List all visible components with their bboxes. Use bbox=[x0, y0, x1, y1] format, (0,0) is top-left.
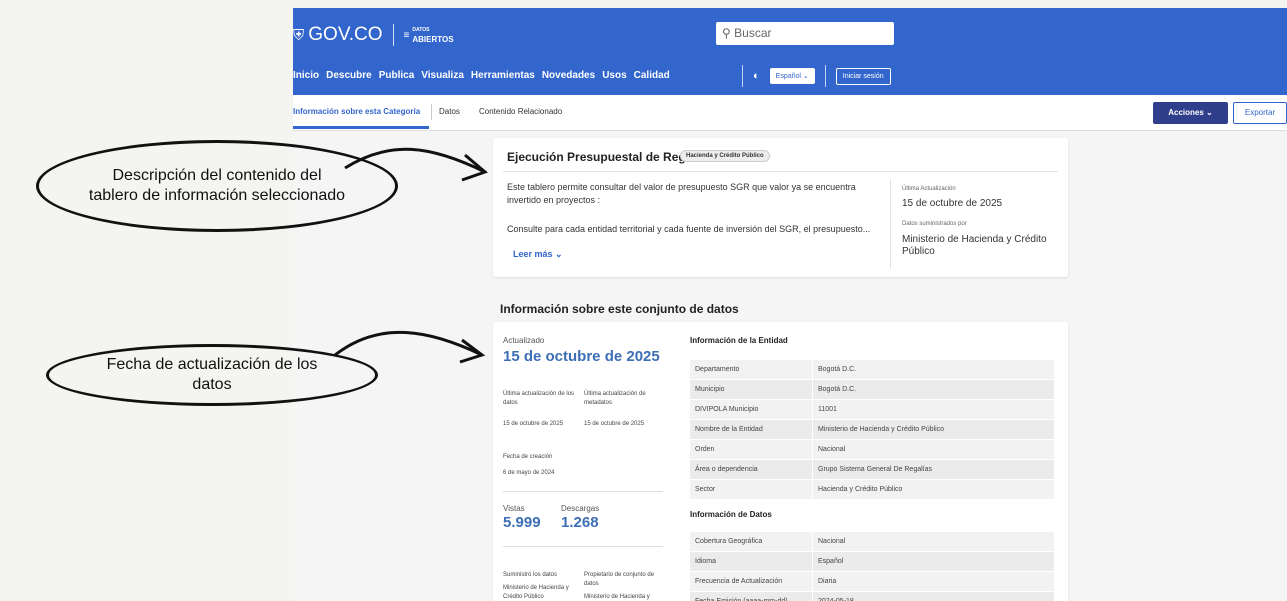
row-value: Español bbox=[812, 551, 1055, 572]
summary-card: Ejecución Presupuestal de Regalías Hacie… bbox=[493, 138, 1068, 277]
chevron-down-icon: ⌄ bbox=[1206, 108, 1213, 117]
description-text-2: Consulte para cada entidad territorial y… bbox=[507, 224, 871, 234]
downloads-label: Descargas bbox=[561, 504, 600, 513]
row-value: Diaria bbox=[812, 571, 1055, 592]
govco-logo[interactable]: ⛨ GOV.CO ≡ DATOS ABIERTOS bbox=[293, 24, 454, 46]
row-value: Grupo Sistema General De Regalías bbox=[812, 459, 1055, 480]
chevron-down-icon: ⌄ bbox=[555, 249, 563, 259]
row-label: DIVIPOLA Municipio bbox=[689, 399, 813, 420]
header-tools: ◐ Español ⌄ Iniciar sesión bbox=[742, 65, 891, 87]
updated-label: Actualizado bbox=[503, 336, 545, 345]
entity-info-title: Información de la Entidad bbox=[690, 336, 788, 345]
row-label: Nombre de la Entidad bbox=[689, 419, 813, 440]
row-label: Área o dependencia bbox=[689, 459, 813, 480]
nav-item-descubre[interactable]: Descubre bbox=[326, 70, 372, 81]
annotation-bubble-description: Descripción del contenido del tablero de… bbox=[36, 140, 398, 232]
row-value: Nacional bbox=[812, 531, 1055, 552]
shield-icon: ⛨ bbox=[293, 26, 305, 44]
row-value: 11001 bbox=[812, 399, 1055, 420]
provided-by-label: Datos suministrados por bbox=[902, 221, 967, 227]
annotation-bubble-update-date: Fecha de actualización de los datos bbox=[46, 344, 378, 406]
language-select[interactable]: Español ⌄ bbox=[769, 68, 815, 84]
datos-icon: ≡ bbox=[403, 29, 410, 41]
row-value: Hacienda y Crédito Público bbox=[812, 479, 1055, 500]
table-row: Orden Nacional bbox=[689, 439, 1055, 460]
contrast-icon[interactable]: ◐ bbox=[753, 70, 760, 82]
table-row: Idioma Español bbox=[689, 551, 1055, 572]
top-header: ⛨ GOV.CO ≡ DATOS ABIERTOS ⚲ Buscar Inicio… bbox=[293, 8, 1287, 95]
row-label: Departamento bbox=[689, 359, 813, 380]
table-row: Frecuencia de Actualización Diaria bbox=[689, 571, 1055, 592]
login-button[interactable]: Iniciar sesión bbox=[835, 67, 891, 85]
downloads-value: 1.268 bbox=[561, 514, 599, 531]
exportar-button[interactable]: Exportar bbox=[1233, 102, 1287, 124]
nav-item-visualiza[interactable]: Visualiza bbox=[421, 70, 464, 81]
row-label: Idioma bbox=[689, 551, 813, 572]
views-label: Vistas bbox=[503, 504, 525, 513]
tab-bar: Información sobre esta Categoría Datos C… bbox=[293, 95, 1287, 131]
datos-abiertos-logo: ≡ DATOS ABIERTOS bbox=[403, 27, 454, 44]
row-label: Sector bbox=[689, 479, 813, 500]
nav-item-novedades[interactable]: Novedades bbox=[542, 70, 595, 81]
category-badge[interactable]: Hacienda y Crédito Público bbox=[680, 150, 770, 162]
screenshot-panel: ⛨ GOV.CO ≡ DATOS ABIERTOS ⚲ Buscar Inicio… bbox=[293, 8, 1287, 601]
updated-value: 15 de octubre de 2025 bbox=[503, 348, 660, 365]
data-info-table: Cobertura Geográfica Nacional Idioma Españo… bbox=[689, 531, 1055, 601]
row-label: Orden bbox=[689, 439, 813, 460]
row-value: 2024-05-18 bbox=[812, 591, 1055, 601]
tab-datos[interactable]: Datos bbox=[439, 107, 460, 116]
row-value: Ministerio de Hacienda y Crédito Público bbox=[812, 419, 1055, 440]
last-update-label: Última Actualización bbox=[902, 186, 956, 192]
provided-by-value: Ministerio de Hacienda y Crédito Público bbox=[902, 234, 1047, 257]
table-row: Nombre de la Entidad Ministerio de Hacien… bbox=[689, 419, 1055, 440]
search-input[interactable]: ⚲ Buscar bbox=[716, 22, 894, 45]
read-more-link[interactable]: Leer más ⌄ bbox=[513, 249, 563, 260]
row-label: Municipio bbox=[689, 379, 813, 400]
tab-contenido-relacionado[interactable]: Contenido Relacionado bbox=[479, 107, 562, 116]
table-row: Municipio Bogotá D.C. bbox=[689, 379, 1055, 400]
row-value: Bogotá D.C. bbox=[812, 379, 1055, 400]
description-text: Este tablero permite consultar del valor… bbox=[507, 182, 856, 205]
table-row: Cobertura Geográfica Nacional bbox=[689, 531, 1055, 552]
acciones-button[interactable]: Acciones ⌄ bbox=[1153, 102, 1228, 124]
row-value: Nacional bbox=[812, 439, 1055, 460]
row-label: Cobertura Geográfica bbox=[689, 531, 813, 552]
main-nav: Inicio Descubre Publica Visualiza Herramient… bbox=[293, 70, 670, 81]
table-row: Sector Hacienda y Crédito Público bbox=[689, 479, 1055, 500]
nav-item-usos[interactable]: Usos bbox=[602, 70, 626, 81]
row-label: Fecha Emisión (aaaa-mm-dd) bbox=[689, 591, 813, 601]
views-value: 5.999 bbox=[503, 514, 541, 531]
nav-item-calidad[interactable]: Calidad bbox=[634, 70, 670, 81]
search-icon: ⚲ bbox=[722, 26, 731, 40]
table-row: DIVIPOLA Municipio 11001 bbox=[689, 399, 1055, 420]
last-update-value: 15 de octubre de 2025 bbox=[902, 198, 1003, 209]
nav-item-inicio[interactable]: Inicio bbox=[293, 70, 319, 81]
dataset-info-card: Actualizado 15 de octubre de 2025 Última… bbox=[493, 322, 1068, 601]
data-info-title: Información de Datos bbox=[690, 510, 772, 519]
row-value: Bogotá D.C. bbox=[812, 359, 1055, 380]
table-row: Departamento Bogotá D.C. bbox=[689, 359, 1055, 380]
nav-item-publica[interactable]: Publica bbox=[379, 70, 415, 81]
row-label: Frecuencia de Actualización bbox=[689, 571, 813, 592]
dataset-section-title: Información sobre este conjunto de datos bbox=[500, 302, 739, 316]
table-row: Fecha Emisión (aaaa-mm-dd)2024-05-18 bbox=[689, 591, 1055, 601]
nav-item-herramientas[interactable]: Herramientas bbox=[471, 70, 535, 81]
tab-informacion[interactable]: Información sobre esta Categoría bbox=[293, 107, 420, 116]
table-row: Área o dependencia Grupo Sistema General … bbox=[689, 459, 1055, 480]
entity-info-table: Departamento Bogotá D.C. Municipio Bogotá D… bbox=[689, 359, 1055, 500]
